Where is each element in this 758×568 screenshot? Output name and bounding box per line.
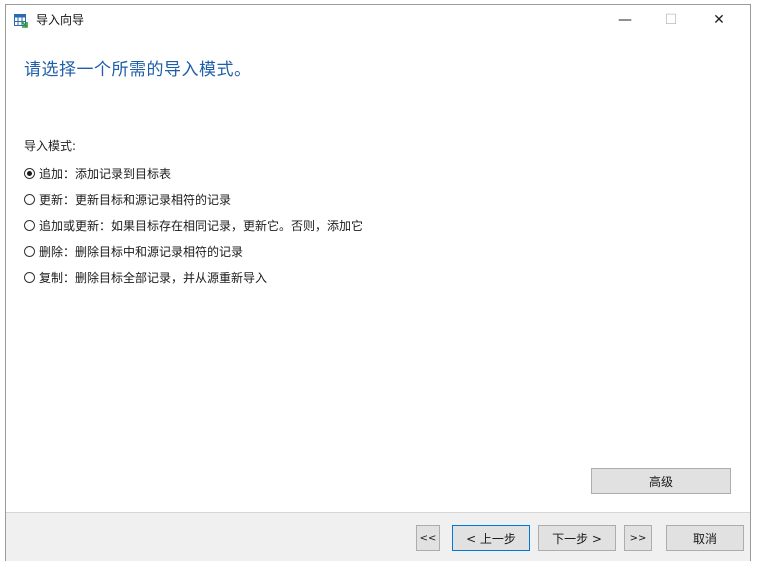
first-step-button[interactable]: << [416,525,440,551]
import-mode-radio-group: 追加：添加记录到目标表 更新：更新目标和源记录相符的记录 追加或更新：如果目标存… [24,165,363,295]
radio-icon[interactable] [24,167,35,179]
option-delete[interactable]: 删除：删除目标中和源记录相符的记录 [24,243,363,259]
minimize-button[interactable]: — [602,5,648,35]
radio-icon[interactable] [24,271,35,283]
radio-icon[interactable] [24,219,35,231]
option-append[interactable]: 追加：添加记录到目标表 [24,165,363,181]
advanced-button[interactable]: 高级 [591,468,731,494]
radio-selected-dot [27,170,32,176]
option-label: 删除：删除目标中和源记录相符的记录 [39,244,244,259]
last-step-button[interactable]: >> [624,525,652,551]
option-append-or-update[interactable]: 追加或更新：如果目标存在相同记录，更新它。否则，添加它 [24,217,363,233]
option-label: 追加：添加记录到目标表 [39,166,172,181]
import-mode-label: 导入模式: [24,139,77,153]
maximize-button[interactable]: ☐ [648,5,694,35]
close-button[interactable]: ✕ [696,5,742,35]
window-title: 导入向导 [36,13,85,27]
import-wizard-window: 导入向导 — ☐ ✕ 请选择一个所需的导入模式。 导入模式: 追加：添加记录到目… [5,4,751,561]
page-heading: 请选择一个所需的导入模式。 [24,60,252,80]
previous-button[interactable]: < 上一步 [452,525,530,551]
option-label: 复制：删除目标全部记录，并从源重新导入 [39,270,268,285]
option-copy[interactable]: 复制：删除目标全部记录，并从源重新导入 [24,269,363,285]
option-label: 更新：更新目标和源记录相符的记录 [39,192,232,207]
next-button[interactable]: 下一步 > [538,525,616,551]
footer-bar: << < 上一步 下一步 > >> 取消 [6,512,750,561]
radio-icon[interactable] [24,193,35,205]
option-label: 追加或更新：如果目标存在相同记录，更新它。否则，添加它 [39,218,364,233]
table-import-icon [14,13,28,28]
radio-icon[interactable] [24,245,35,257]
cancel-button[interactable]: 取消 [666,525,744,551]
title-bar: 导入向导 — ☐ ✕ [6,5,750,35]
option-update[interactable]: 更新：更新目标和源记录相符的记录 [24,191,363,207]
